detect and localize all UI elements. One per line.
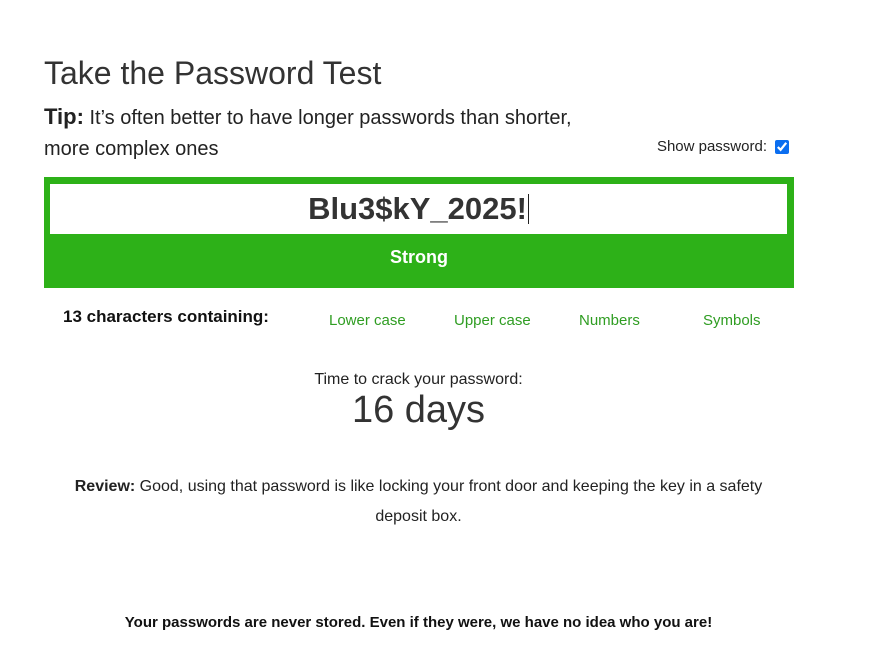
tip-text: Tip: It’s often better to have longer pa… xyxy=(44,101,604,165)
char-type-lower: Lower case xyxy=(329,312,406,329)
show-password-label: Show password: xyxy=(656,138,767,155)
show-password-toggle[interactable]: Show password: xyxy=(657,138,789,155)
character-count: 13 characters containing: xyxy=(63,307,269,326)
privacy-notice: Your passwords are never stored. Even if… xyxy=(124,614,713,631)
strength-meter: Blu3$kY_2025! Strong xyxy=(44,177,794,288)
crack-time: Time to crack your password: 16 days xyxy=(0,370,837,430)
page-title: Take the Password Test xyxy=(44,55,382,91)
review: Review: Good, using that password is lik… xyxy=(60,472,777,532)
show-password-checkbox[interactable] xyxy=(775,139,789,154)
strength-label: Strong xyxy=(390,247,448,267)
tip-label: Tip: xyxy=(44,104,84,129)
tip-body: It’s often better to have longer passwor… xyxy=(44,107,572,160)
char-type-symbols: Symbols xyxy=(703,312,761,329)
text-cursor xyxy=(527,194,529,224)
password-value: Blu3$kY_2025! xyxy=(308,191,527,226)
char-type-numbers: Numbers xyxy=(579,312,640,329)
char-type-upper: Upper case xyxy=(454,312,531,329)
crack-time-label: Time to crack your password: xyxy=(314,371,523,388)
review-text: Good, using that password is like lockin… xyxy=(135,478,763,525)
review-label: Review: xyxy=(74,478,136,495)
password-input[interactable]: Blu3$kY_2025! xyxy=(50,184,787,234)
crack-time-value: 16 days xyxy=(351,389,486,431)
password-test-page: Take the Password Test Tip: It’s often b… xyxy=(0,0,877,671)
character-summary: 13 characters containing: Lower case Upp… xyxy=(44,305,794,335)
